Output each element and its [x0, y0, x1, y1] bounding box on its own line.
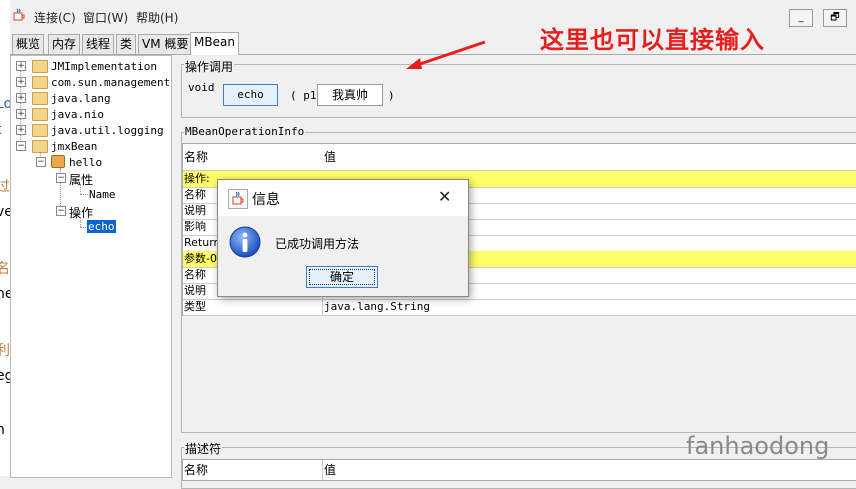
tree-item-attributes[interactable]: 属性 — [69, 171, 93, 188]
minimize-button[interactable]: _ — [789, 9, 813, 27]
annotation-arrow-icon — [406, 40, 486, 69]
cutoff-char: 名 — [0, 261, 10, 277]
tab-classes[interactable]: 类 — [116, 34, 137, 54]
param-p1-input[interactable]: 我真帅 — [317, 84, 383, 106]
folder-icon — [32, 124, 48, 137]
dialog-title: 信息 — [252, 192, 280, 208]
watermark: fanhaodong — [686, 432, 830, 460]
left-window-strip: Lo t i 过 ve 名 ne 利 eg n — [0, 0, 14, 476]
folder-icon — [32, 76, 48, 89]
param-close-label: ) — [388, 89, 395, 102]
tree-item-name[interactable]: Name — [89, 188, 116, 201]
return-type: void — [188, 81, 215, 94]
collapse-icon[interactable]: − — [56, 206, 66, 216]
param-open-label: ( p1 — [290, 89, 317, 102]
tree-item-java-nio[interactable]: java.nio — [51, 108, 104, 121]
bean-icon — [51, 155, 65, 168]
collapse-icon[interactable]: − — [36, 157, 46, 167]
expand-icon[interactable]: + — [16, 77, 26, 87]
cutoff-char: 过 — [0, 179, 10, 195]
tab-overview[interactable]: 概览 — [12, 34, 45, 54]
header-name: 名称 — [184, 150, 209, 164]
operation-invoke-title: 操作调用 — [184, 58, 235, 75]
annotation-text: 这里也可以直接输入 — [540, 26, 765, 54]
folder-icon — [32, 108, 48, 121]
tree-item-jmimplementation[interactable]: JMImplementation — [51, 60, 157, 73]
tree-item-jmxbean[interactable]: jmxBean — [51, 140, 97, 153]
folder-icon — [32, 60, 48, 73]
menu-window[interactable]: 窗口(W) — [83, 9, 128, 26]
ok-button[interactable]: 确定 — [306, 266, 378, 288]
tree-item-java-util-logging[interactable]: java.util.logging — [51, 124, 164, 137]
tab-memory[interactable]: 内存 — [48, 34, 81, 54]
expand-icon[interactable]: + — [16, 109, 26, 119]
tab-threads[interactable]: 线程 — [82, 34, 115, 54]
dialog-titlebar: 信息 ✕ — [218, 180, 468, 216]
java-cup-icon — [12, 8, 26, 22]
dialog-body: 已成功调用方法 确定 — [218, 216, 468, 296]
echo-invoke-button[interactable]: echo — [223, 84, 278, 106]
tree-item-operations[interactable]: 操作 — [69, 204, 93, 221]
collapse-icon[interactable]: − — [16, 141, 26, 151]
operation-info-title: MBeanOperationInfo — [184, 125, 306, 138]
tab-mbean[interactable]: MBean — [190, 32, 239, 55]
collapse-icon[interactable]: − — [56, 173, 66, 183]
operation-invoke-group — [181, 64, 856, 118]
restore-button[interactable]: 🗗 — [823, 9, 847, 27]
tree-item-com-sun-management[interactable]: com.sun.management — [51, 76, 170, 89]
java-cup-icon — [228, 189, 248, 209]
mbean-tree: + JMImplementation + com.sun.management … — [10, 55, 172, 478]
header-value: 值 — [324, 150, 337, 164]
close-icon[interactable]: ✕ — [438, 187, 451, 206]
table-header: 名称 值 — [183, 144, 856, 171]
info-dialog: 信息 ✕ 已成功调用方法 确定 — [217, 179, 469, 297]
tree-item-echo[interactable]: echo — [87, 220, 116, 233]
cutoff-char: 利 — [0, 343, 10, 359]
expand-icon[interactable]: + — [16, 93, 26, 103]
menu-help[interactable]: 帮助(H) — [136, 9, 178, 26]
info-icon — [229, 226, 261, 258]
expand-icon[interactable]: + — [16, 125, 26, 135]
table-row[interactable]: 类型 java.lang.String — [183, 299, 856, 316]
cutoff-char: n — [0, 422, 5, 438]
menu-connect[interactable]: 连接(C) — [34, 9, 76, 26]
folder-icon — [32, 92, 48, 105]
descriptor-table: 名称 值 — [182, 459, 856, 481]
dialog-message: 已成功调用方法 — [275, 237, 360, 251]
tab-vm-summary[interactable]: VM 概要 — [138, 34, 193, 54]
tree-item-hello[interactable]: hello — [69, 156, 102, 169]
tree-item-java-lang[interactable]: java.lang — [51, 92, 111, 105]
expand-icon[interactable]: + — [16, 61, 26, 71]
cutoff-char: t — [0, 122, 2, 138]
descriptor-title: 描述符 — [184, 440, 223, 457]
